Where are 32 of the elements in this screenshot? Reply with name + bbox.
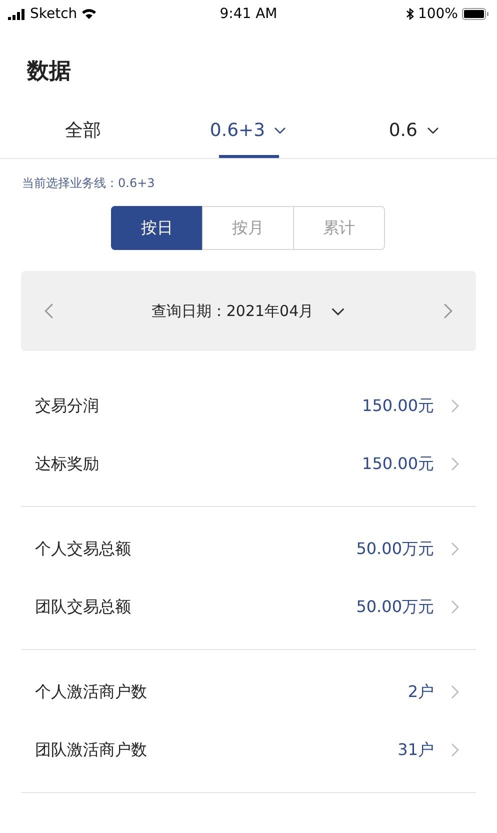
clock-time: 9:41 AM — [220, 6, 278, 22]
business-line-tab[interactable]: 0.6+3 — [166, 102, 332, 158]
stat-value: 50.00万元 — [356, 596, 434, 618]
stat-value: 31户 — [398, 740, 434, 760]
stat-row[interactable]: 团队激活商户数 31户 — [21, 721, 476, 779]
stat-label: 个人交易总额 — [35, 538, 132, 560]
period-toggle[interactable]: 按日 — [111, 206, 203, 250]
business-line-tab[interactable]: 全部 — [0, 102, 166, 158]
stat-row[interactable]: 交易分润 150.00元 — [21, 377, 476, 435]
signal-icon — [8, 8, 26, 20]
bluetooth-icon — [406, 8, 414, 20]
wifi-icon — [81, 8, 98, 20]
date-dropdown[interactable]: 查询日期：2021年04月 — [151, 302, 346, 320]
stat-row[interactable]: 个人激活商户数 2户 — [21, 663, 476, 721]
stat-label: 团队激活商户数 — [35, 740, 148, 760]
business-line-tab[interactable]: 0.6 — [331, 102, 497, 158]
stat-value: 50.00万元 — [356, 538, 434, 560]
current-business-line: 当前选择业务线：0.6+3 — [21, 175, 156, 192]
stat-value: 2户 — [408, 682, 434, 702]
stat-label: 团队交易总额 — [35, 596, 132, 618]
stat-label: 达标奖励 — [35, 454, 100, 474]
stat-value: 150.00元 — [362, 454, 434, 474]
stat-row[interactable]: 达标奖励 150.00元 — [21, 435, 476, 493]
battery-percent: 100% — [418, 6, 458, 22]
stat-row[interactable]: 个人交易总额 50.00万元 — [21, 520, 476, 578]
stat-value: 150.00元 — [362, 396, 434, 416]
battery-icon — [462, 8, 489, 20]
page-title: 数据 — [26, 58, 72, 86]
stat-label: 交易分润 — [35, 396, 100, 416]
stat-label: 个人激活商户数 — [35, 682, 148, 702]
carrier-name: Sketch — [30, 6, 78, 22]
stat-row[interactable]: 团队交易总额 50.00万元 — [21, 578, 476, 636]
